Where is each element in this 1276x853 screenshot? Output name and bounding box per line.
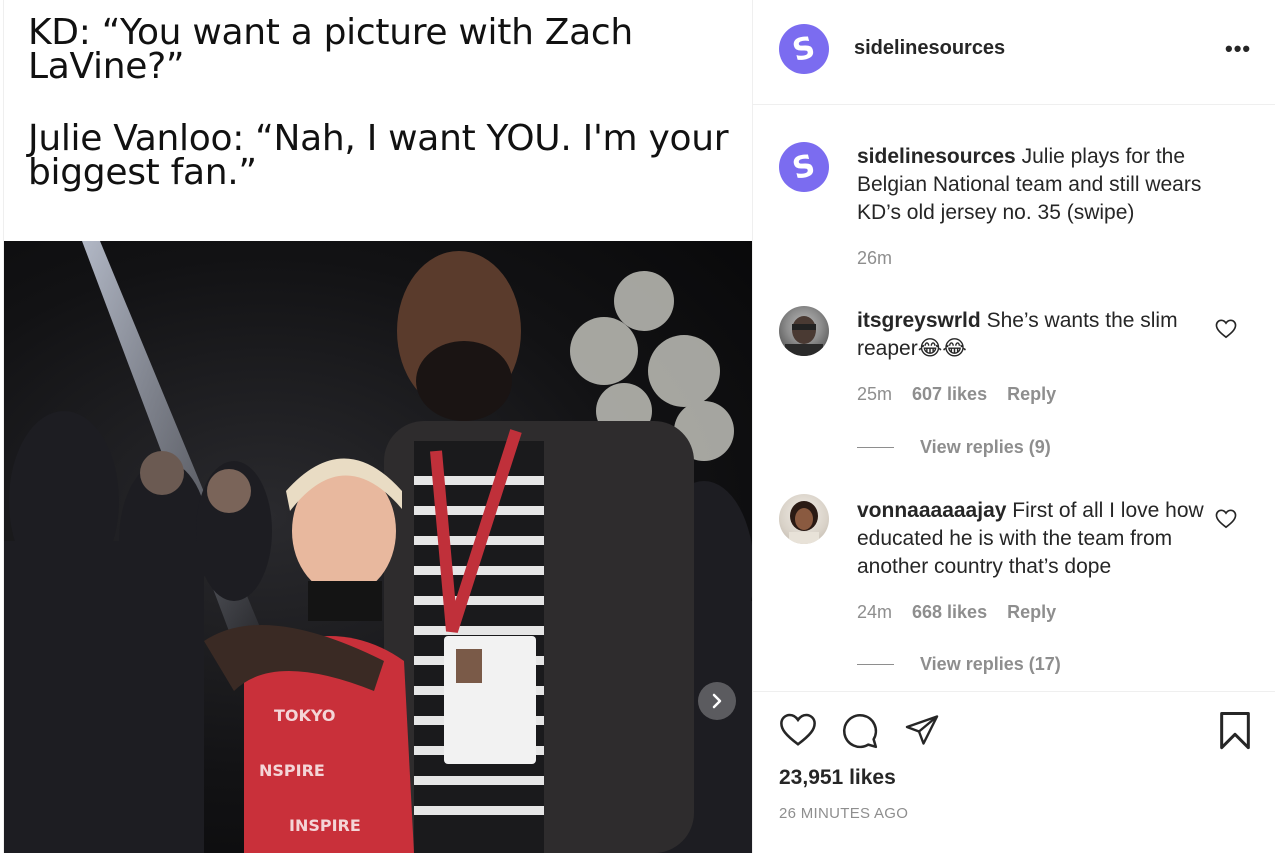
comment-icon[interactable]: [841, 712, 879, 750]
divider-line: [857, 664, 894, 665]
comment-meta: 25m 607 likes Reply: [857, 384, 1056, 405]
comment: itsgreyswrld She’s wants the slim reaper…: [857, 307, 1227, 363]
heart-icon[interactable]: [779, 712, 817, 748]
post-actions: 23,951 likes 26 MINUTES AGO: [753, 691, 1275, 853]
next-image-button[interactable]: [698, 682, 736, 720]
share-icon[interactable]: [903, 712, 941, 748]
caption: sidelinesources Julie plays for the Belg…: [857, 143, 1227, 227]
more-options-icon[interactable]: •••: [1225, 36, 1251, 62]
post-header: S sidelinesources •••: [753, 0, 1275, 105]
author-username[interactable]: sidelinesources: [854, 37, 1005, 60]
comment-likes[interactable]: 607 likes: [912, 384, 987, 405]
comment-like-heart-icon[interactable]: [1215, 319, 1237, 339]
caption-username[interactable]: sidelinesources: [857, 145, 1016, 168]
image-caption-line-1: KD: “You want a picture with Zach LaVine…: [28, 12, 633, 87]
view-replies-button[interactable]: View replies (17): [857, 654, 1061, 675]
caption-author-avatar[interactable]: S: [779, 142, 829, 192]
divider-line: [857, 447, 894, 448]
post-media: KD: “You want a picture with Zach LaVine…: [3, 0, 752, 853]
post-photo: TOKYO NSPIRE INSPIRE: [4, 241, 752, 853]
likes-count[interactable]: 23,951 likes: [779, 766, 896, 790]
comment-like-heart-icon[interactable]: [1215, 509, 1237, 529]
avatar-letter: S: [789, 147, 819, 187]
view-replies-label: View replies (17): [920, 654, 1061, 674]
commenter-avatar[interactable]: [779, 494, 829, 544]
bookmark-icon[interactable]: [1217, 711, 1253, 751]
svg-text:NSPIRE: NSPIRE: [259, 761, 325, 780]
comment: vonnaaaaaajay First of all I love how ed…: [857, 497, 1227, 581]
comments-list: S sidelinesources Julie plays for the Be…: [753, 106, 1275, 691]
caption-timestamp[interactable]: 26m: [857, 248, 892, 269]
comment-username[interactable]: vonnaaaaaajay: [857, 499, 1006, 522]
caption-meta: 26m: [857, 248, 892, 269]
comment-timestamp[interactable]: 25m: [857, 384, 892, 405]
image-caption-line-2: Julie Vanloo: “Nah, I want YOU. I'm your…: [28, 118, 729, 193]
view-replies-label: View replies (9): [920, 437, 1051, 457]
avatar-image: [785, 316, 823, 356]
post-details-panel: S sidelinesources ••• S sidelinesources …: [752, 0, 1276, 853]
chevron-right-icon: [712, 693, 722, 709]
post-timestamp[interactable]: 26 MINUTES AGO: [779, 805, 908, 822]
image-text-card: KD: “You want a picture with Zach LaVine…: [4, 0, 752, 241]
avatar-letter: S: [789, 29, 819, 69]
view-replies-button[interactable]: View replies (9): [857, 437, 1051, 458]
author-avatar[interactable]: S: [779, 24, 829, 74]
photo-illustration: TOKYO NSPIRE INSPIRE: [4, 241, 752, 853]
reply-button[interactable]: Reply: [1007, 384, 1056, 405]
reply-button[interactable]: Reply: [1007, 602, 1056, 623]
avatar-image: [789, 501, 819, 544]
svg-text:INSPIRE: INSPIRE: [289, 816, 361, 835]
comment-username[interactable]: itsgreyswrld: [857, 309, 981, 332]
comment-likes[interactable]: 668 likes: [912, 602, 987, 623]
svg-text:TOKYO: TOKYO: [274, 706, 336, 725]
comment-meta: 24m 668 likes Reply: [857, 602, 1056, 623]
comment-timestamp[interactable]: 24m: [857, 602, 892, 623]
commenter-avatar[interactable]: [779, 306, 829, 356]
